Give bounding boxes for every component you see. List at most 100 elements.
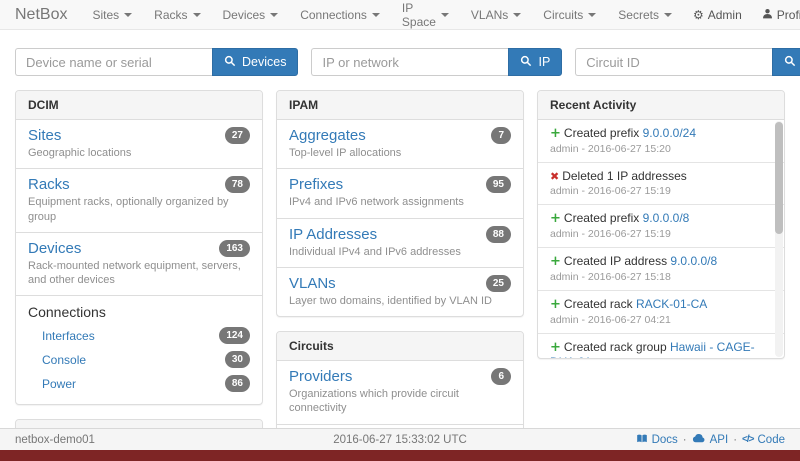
menu-vlans[interactable]: VLANs <box>460 0 532 29</box>
book-icon <box>636 433 648 447</box>
chevron-down-icon <box>441 13 449 17</box>
ip-addresses-count-badge: 88 <box>486 226 511 243</box>
top-navbar: NetBox Sites Racks Devices Connections I… <box>0 0 800 30</box>
sites-description: Geographic locations <box>28 146 250 160</box>
devices-description: Rack-mounted network equipment, servers,… <box>28 259 250 288</box>
activity-meta: admin - 2016-06-27 04:21 <box>550 314 762 326</box>
activity-row: Created IP address 9.0.0.0/8 admin - 201… <box>538 248 784 291</box>
column-dcim: DCIM Sites 27 Geographic locations Racks 7… <box>15 90 263 428</box>
chevron-down-icon <box>588 13 596 17</box>
dcim-panel-title: DCIM <box>16 91 262 120</box>
menu-connections[interactable]: Connections <box>289 0 391 29</box>
activity-meta: admin - 2016-06-27 15:19 <box>550 228 762 240</box>
devices-count-badge: 163 <box>219 240 250 257</box>
plus-icon <box>550 126 561 140</box>
menu-circuits[interactable]: Circuits <box>532 0 607 29</box>
plus-icon <box>550 340 561 354</box>
code-icon: </> <box>742 434 753 445</box>
providers-link[interactable]: Providers <box>289 368 352 385</box>
list-item-providers: Providers 6 Organizations which provide c… <box>277 361 523 425</box>
activity-object-link[interactable]: RACK-01-CA <box>636 297 707 311</box>
activity-row: Created prefix 9.0.0.0/24 admin - 2016-0… <box>538 120 784 163</box>
activity-object-link[interactable]: 9.0.0.0/8 <box>670 254 717 268</box>
ip-addresses-description: Individual IPv4 and IPv6 addresses <box>289 245 511 259</box>
dcim-panel: DCIM Sites 27 Geographic locations Racks 7… <box>15 90 263 405</box>
aggregates-link[interactable]: Aggregates <box>289 127 366 144</box>
docs-link[interactable]: Docs <box>636 433 678 447</box>
racks-description: Equipment racks, optionally organized by… <box>28 195 250 224</box>
vlans-link[interactable]: VLANs <box>289 275 336 292</box>
menu-racks[interactable]: Racks <box>143 0 211 29</box>
activity-object-link[interactable]: 9.0.0.0/8 <box>643 211 690 225</box>
console-link[interactable]: Console <box>42 353 86 367</box>
recent-activity-title: Recent Activity <box>538 91 784 120</box>
prefixes-link[interactable]: Prefixes <box>289 176 343 193</box>
search-icon <box>520 55 532 70</box>
device-search-group: Devices <box>15 48 298 76</box>
plus-icon <box>550 254 561 268</box>
activity-meta: admin - 2016-06-27 15:20 <box>550 143 762 155</box>
chevron-down-icon <box>372 13 380 17</box>
search-circuits-button[interactable]: Circuits <box>772 48 800 76</box>
power-link[interactable]: Power <box>42 377 76 391</box>
connections-console-row: Console30 <box>28 348 250 372</box>
bottom-red-banner <box>0 450 800 461</box>
search-icon <box>224 55 236 70</box>
connections-power-row: Power86 <box>28 372 250 396</box>
circuits-panel: Circuits Providers 6 Organizations which … <box>276 331 524 428</box>
brand-netbox[interactable]: NetBox <box>0 0 81 29</box>
nav-admin[interactable]: ⚙ Admin <box>683 0 752 29</box>
ip-search-input[interactable] <box>311 48 508 76</box>
devices-link[interactable]: Devices <box>28 240 81 257</box>
ip-addresses-link[interactable]: IP Addresses <box>289 226 377 243</box>
chevron-down-icon <box>124 13 132 17</box>
interfaces-link[interactable]: Interfaces <box>42 329 95 343</box>
list-item-vlans: VLANs25 Layer two domains, identified by… <box>277 268 523 316</box>
footer-separator: · <box>733 434 737 446</box>
racks-link[interactable]: Racks <box>28 176 70 193</box>
activity-row: Deleted 1 IP addresses admin - 2016-06-2… <box>538 163 784 205</box>
menu-sites[interactable]: Sites <box>81 0 143 29</box>
menu-devices[interactable]: Devices <box>212 0 290 29</box>
activity-scrollbar-thumb[interactable] <box>775 122 783 234</box>
plus-icon <box>550 211 561 225</box>
code-link[interactable]: </> Code <box>742 434 785 446</box>
sites-link[interactable]: Sites <box>28 127 61 144</box>
search-row: Devices IP Circuits <box>15 48 785 76</box>
providers-count-badge: 6 <box>491 368 511 385</box>
main-menu: Sites Racks Devices Connections IP Space… <box>81 0 683 29</box>
device-search-input[interactable] <box>15 48 212 76</box>
vlans-count-badge: 25 <box>486 275 511 292</box>
column-activity: Recent Activity Created prefix 9.0.0.0/2… <box>537 90 785 428</box>
activity-meta: admin - 2016-06-27 15:19 <box>550 185 762 197</box>
activity-scrollbar-track[interactable] <box>775 121 783 357</box>
search-ip-button[interactable]: IP <box>508 48 562 76</box>
providers-description: Organizations which provide circuit conn… <box>289 387 511 416</box>
circuit-search-group: Circuits <box>575 48 800 76</box>
recent-activity-list: Created prefix 9.0.0.0/24 admin - 2016-0… <box>538 120 784 358</box>
user-icon <box>762 8 773 22</box>
user-menu: ⚙ Admin Profile Log out <box>683 0 800 29</box>
activity-meta: admin - 2016-06-27 15:18 <box>550 271 762 283</box>
activity-object-link[interactable]: 9.0.0.0/24 <box>643 126 696 140</box>
search-icon <box>784 55 796 70</box>
interfaces-count-badge: 124 <box>219 327 250 344</box>
footer-links: Docs · API · </> Code <box>636 433 785 447</box>
nav-profile[interactable]: Profile <box>752 0 800 29</box>
racks-count-badge: 78 <box>225 176 250 193</box>
secrets-panel: Secrets Secrets0 Sensitive data (such as… <box>15 419 263 428</box>
plus-icon <box>550 297 561 311</box>
chevron-down-icon <box>270 13 278 17</box>
delete-icon <box>550 169 559 183</box>
prefixes-count-badge: 95 <box>486 176 511 193</box>
sites-count-badge: 27 <box>225 127 250 144</box>
list-item-connections: Connections Interfaces124 Console30 Powe… <box>16 296 262 404</box>
menu-secrets[interactable]: Secrets <box>607 0 683 29</box>
secrets-panel-title: Secrets <box>16 420 262 428</box>
menu-ip-space[interactable]: IP Space <box>391 0 460 29</box>
api-link[interactable]: API <box>692 433 729 446</box>
search-devices-button[interactable]: Devices <box>212 48 298 76</box>
circuits-panel-title: Circuits <box>277 332 523 361</box>
activity-row: Created rack RACK-01-CA admin - 2016-06-… <box>538 291 784 334</box>
circuit-search-input[interactable] <box>575 48 772 76</box>
